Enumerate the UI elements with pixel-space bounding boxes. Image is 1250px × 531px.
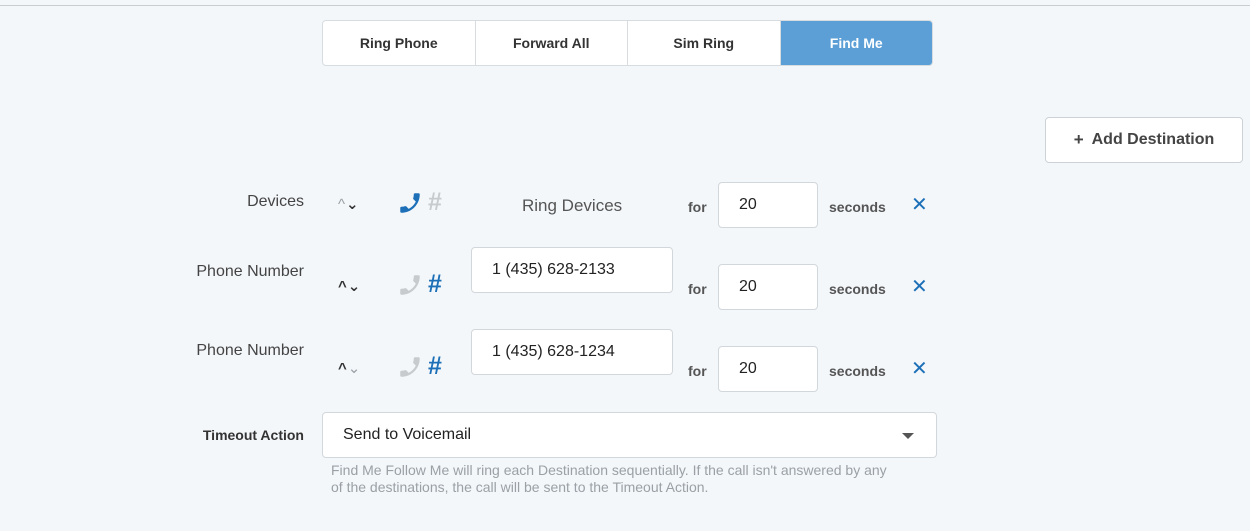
seconds-label: seconds [829,363,886,379]
row-label-devices: Devices [247,193,304,210]
move-up-icon[interactable]: ^ [338,278,348,295]
reorder-arrows: ^⌄ [338,277,361,295]
for-label: for [688,363,707,379]
seconds-label: seconds [829,281,886,297]
move-down-icon[interactable]: ⌄ [348,278,362,295]
seconds-label: seconds [829,199,886,215]
row-label-phone-number: Phone Number [196,263,304,280]
move-down-icon[interactable]: ⌄ [348,360,362,377]
close-icon[interactable]: ✕ [911,195,928,215]
chevron-down-icon [902,433,914,439]
reorder-arrows: ^⌄ [338,195,360,213]
phone-icon[interactable] [397,272,423,298]
plus-icon: + [1073,130,1084,149]
phone-icon[interactable] [397,354,423,380]
add-destination-label: Add Destination [1091,131,1215,148]
timeout-action-label: Timeout Action [202,427,304,443]
seconds-input[interactable]: 20 [718,346,818,392]
tab-ring-phone[interactable]: Ring Phone [323,21,476,65]
move-up-icon[interactable]: ^ [338,360,348,377]
tab-sim-ring[interactable]: Sim Ring [628,21,781,65]
hash-icon[interactable]: # [428,354,442,379]
phone-number-input[interactable]: 1 (435) 628-2133 [471,247,673,293]
add-destination-button[interactable]: + Add Destination [1045,117,1243,163]
phone-icon[interactable] [397,190,423,216]
timeout-action-select[interactable]: Send to Voicemail [322,412,937,458]
close-icon[interactable]: ✕ [911,359,928,379]
move-down-icon[interactable]: ⌄ [346,196,360,213]
for-label: for [688,281,707,297]
tab-find-me[interactable]: Find Me [780,21,932,65]
move-up-icon[interactable]: ^ [338,196,346,213]
ring-devices-text: Ring Devices [522,196,623,215]
mode-tabs: Ring Phone Forward All Sim Ring Find Me [322,20,933,66]
phone-number-input[interactable]: 1 (435) 628-1234 [471,329,673,375]
row-label-phone-number: Phone Number [196,342,304,359]
seconds-input[interactable]: 20 [718,182,818,228]
timeout-help-text: Find Me Follow Me will ring each Destina… [331,462,887,495]
seconds-input[interactable]: 20 [718,264,818,310]
hash-icon[interactable]: # [428,272,442,297]
top-divider [0,5,1250,6]
close-icon[interactable]: ✕ [911,277,928,297]
hash-icon[interactable]: # [428,190,442,215]
reorder-arrows: ^⌄ [338,359,361,377]
timeout-action-value: Send to Voicemail [343,426,472,443]
tab-forward-all[interactable]: Forward All [476,21,628,65]
for-label: for [688,199,707,215]
